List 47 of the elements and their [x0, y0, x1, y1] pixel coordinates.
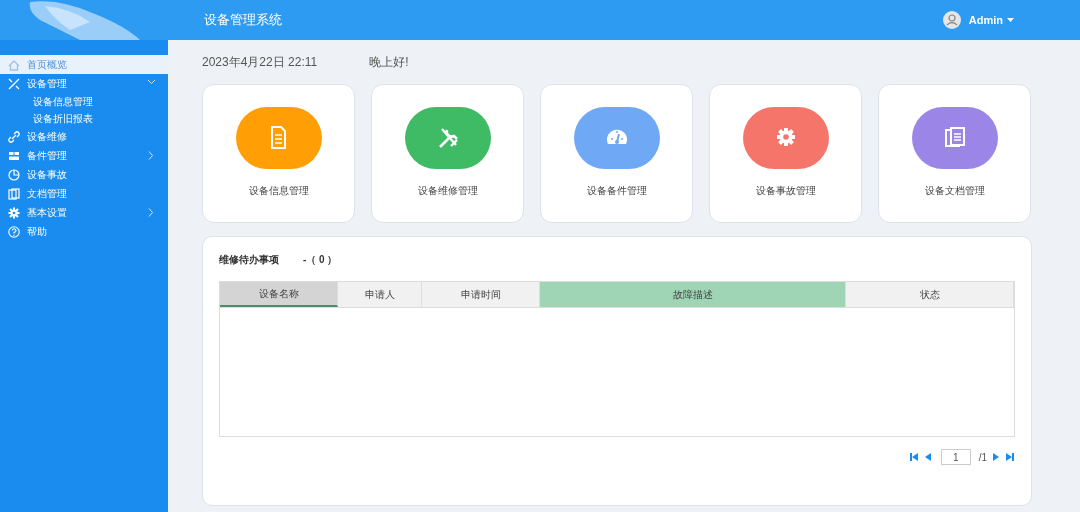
todo-count: -（ 0 ） — [303, 252, 338, 267]
sidebar-item[interactable]: 基本设置 — [0, 203, 168, 222]
clipboard-icon — [943, 126, 966, 150]
submenu-item[interactable]: 设备折旧报表 — [0, 110, 168, 127]
panel-title: 维修待办事项 — [219, 252, 279, 267]
app-title: 设备管理系统 — [204, 11, 282, 30]
sidebar-item[interactable]: 设备事故 — [0, 165, 168, 184]
column-header[interactable]: 申请时间 — [422, 282, 540, 307]
home-icon — [8, 58, 20, 71]
sidebar-item[interactable]: 设备维修 — [0, 127, 168, 146]
sidebar-item[interactable]: 文档管理 — [0, 184, 168, 203]
shortcut-card[interactable]: 设备事故管理 — [709, 84, 862, 223]
first-page-button[interactable] — [908, 452, 919, 462]
next-page-button[interactable] — [991, 452, 1001, 462]
shortcut-card[interactable]: 设备文档管理 — [878, 84, 1031, 223]
sidebar-item[interactable]: 设备管理 — [0, 74, 168, 93]
tools-icon — [8, 77, 20, 90]
settings-icon — [8, 206, 20, 219]
card-label: 设备备件管理 — [586, 184, 647, 198]
documents-icon — [8, 187, 20, 200]
page-total: /1 — [978, 450, 987, 465]
column-header[interactable]: 状态 — [846, 282, 1014, 307]
shortcut-card[interactable]: 设备信息管理 — [202, 84, 355, 223]
card-label: 设备维修管理 — [417, 184, 478, 198]
shortcut-card[interactable]: 设备备件管理 — [540, 84, 693, 223]
caret-icon — [1007, 18, 1014, 22]
last-page-button[interactable] — [1005, 452, 1015, 462]
date-time: 2023年4月22日 22:11 — [202, 54, 318, 71]
greeting-text: 晚上好! — [369, 54, 409, 71]
column-header[interactable]: 设备名称 — [220, 282, 338, 307]
pie-chart-icon — [8, 168, 20, 181]
column-header[interactable]: 故障描述 — [540, 282, 846, 307]
card-label: 设备文档管理 — [924, 184, 985, 198]
link-icon — [8, 130, 20, 143]
card-label: 设备事故管理 — [755, 184, 816, 198]
shortcut-card[interactable]: 设备维修管理 — [371, 84, 524, 223]
card-label: 设备信息管理 — [248, 184, 309, 198]
chevron-icon — [147, 208, 156, 217]
submenu-item[interactable]: 设备信息管理 — [0, 93, 168, 110]
grid-icon — [8, 149, 20, 162]
chevron-icon — [147, 151, 156, 160]
avatar-icon — [942, 11, 961, 29]
sidebar-item[interactable]: 备件管理 — [0, 146, 168, 165]
column-header[interactable]: 申请人 — [338, 282, 422, 307]
sidebar-item[interactable]: 帮助 — [0, 222, 168, 241]
page-input[interactable]: 1 — [940, 449, 971, 465]
help-icon — [8, 225, 20, 238]
